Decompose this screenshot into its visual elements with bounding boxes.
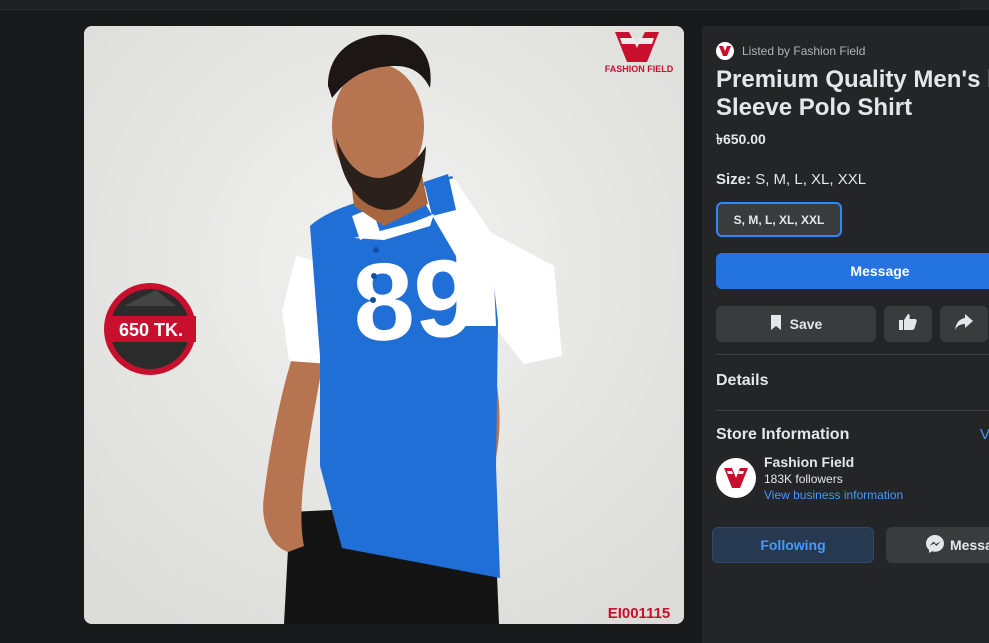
size-label: Size: [716, 171, 752, 188]
store-view-link[interactable]: V [980, 426, 989, 443]
view-business-info-link[interactable]: View business information [764, 488, 903, 502]
bookmark-icon [770, 315, 782, 333]
jersey-number: 89 [350, 236, 479, 365]
messenger-icon [926, 534, 944, 556]
price-badge: 650 TK. [104, 283, 196, 375]
product-photo[interactable]: FASHION FIELD 89 650 TK. EI001115 [84, 26, 684, 624]
save-button[interactable]: Save [716, 306, 876, 342]
message-button[interactable]: Message [716, 253, 989, 289]
following-button[interactable]: Following [712, 527, 874, 563]
listing-panel: Listed by Fashion Field Premium Quality … [702, 26, 989, 643]
seller-logo-icon [716, 42, 734, 60]
store-name[interactable]: Fashion Field [764, 454, 854, 470]
divider [716, 354, 989, 355]
details-heading: Details [716, 372, 769, 389]
listed-by: Listed by Fashion Field [716, 42, 865, 60]
share-button[interactable] [940, 306, 988, 342]
divider [716, 410, 989, 411]
listed-by-text: Listed by Fashion Field [742, 44, 866, 58]
thumbs-up-icon [899, 313, 917, 335]
listing-title: Premium Quality Men's l Sleeve Polo Shir… [716, 66, 989, 121]
share-arrow-icon [955, 313, 973, 335]
product-code: EI001115 [608, 605, 671, 622]
size-line: Size: S, M, L, XL, XXL [716, 171, 866, 188]
like-button[interactable] [884, 306, 932, 342]
store-logo-icon [724, 468, 748, 488]
store-information-heading: Store Information [716, 426, 850, 443]
store-avatar[interactable] [716, 458, 756, 498]
top-bar [0, 0, 989, 10]
price-badge-text: 650 TK. [119, 320, 183, 340]
size-option-chip[interactable]: S, M, L, XL, XXL [716, 202, 842, 237]
store-message-button[interactable]: Messa [886, 527, 989, 563]
brand-name: FASHION FIELD [605, 64, 674, 74]
size-value: S, M, L, XL, XXL [755, 171, 867, 188]
listing-price: ৳650.00 [716, 131, 766, 147]
store-followers: 183K followers [764, 472, 843, 486]
